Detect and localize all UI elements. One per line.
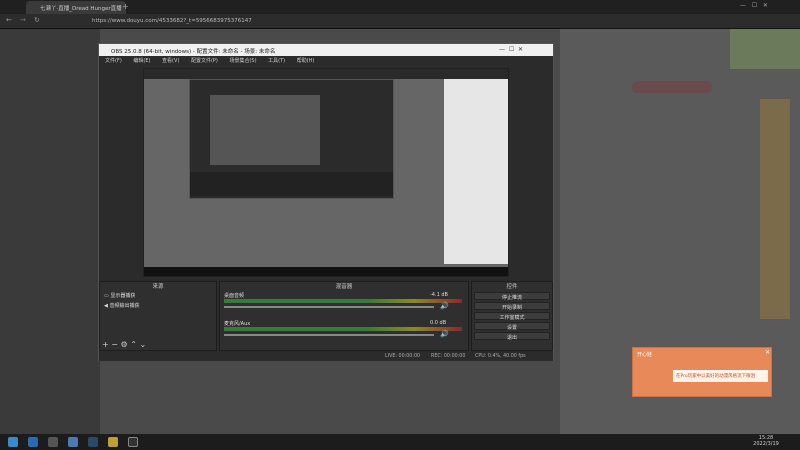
browser-tab[interactable]: 七濑丫·直播_Dread Hunger直播	[26, 1, 126, 14]
add-icon[interactable]: +	[102, 340, 109, 349]
mixer-dock: 混音器 桌面音频 -4.1 dB 🔊 麦克风/Aux 0.0 dB 🔊	[219, 281, 469, 351]
menu-help[interactable]: 帮助(H)	[297, 58, 315, 64]
app-icon[interactable]	[68, 437, 78, 447]
promo-popup: 开心娃 ✕ 在Pro玩家中以美好的动漫风格流下眼泪	[632, 347, 772, 397]
speaker-icon[interactable]: 🔊	[440, 330, 449, 338]
obs-title: OBS 25.0.8 (64-bit, windows) - 配置文件: 未命名…	[99, 44, 553, 56]
preview-browser-bar	[144, 69, 508, 79]
sources-dock-title: 来源	[152, 284, 164, 290]
browser-tabbar: 七濑丫·直播_Dread Hunger直播 + — ☐ ✕	[0, 0, 800, 14]
clock[interactable]: 15:28 2022/3/19	[746, 435, 786, 447]
menu-scene-collection[interactable]: 场景集合(S)	[229, 58, 256, 64]
mixer-track-name: 桌面音频	[224, 293, 245, 299]
obs-icon[interactable]	[128, 437, 138, 447]
nav-item[interactable]	[8, 59, 96, 69]
start-icon[interactable]	[8, 437, 18, 447]
up-icon[interactable]: ⌃	[130, 340, 137, 349]
reload-icon[interactable]: ↻	[34, 16, 40, 24]
chrome-icon[interactable]	[108, 437, 118, 447]
speaker-icon[interactable]: 🔊	[440, 302, 449, 310]
source-item[interactable]: ◀ 音频输出捕获	[100, 301, 216, 310]
stop-streaming-button[interactable]: 停止推流	[474, 292, 550, 301]
source-item[interactable]: ▭ 显示器捕获	[100, 290, 216, 301]
preview-taskbar	[144, 267, 508, 276]
left-nav	[0, 29, 100, 435]
obs-window-controls[interactable]: — ☐ ✕	[499, 46, 523, 53]
forward-icon[interactable]: →	[20, 16, 26, 24]
taskbar	[0, 434, 800, 450]
window-controls[interactable]: — ☐ ✕	[740, 2, 768, 9]
preview-obs-window	[189, 79, 394, 199]
obs-window: OBS 25.0.8 (64-bit, windows) - 配置文件: 未命名…	[98, 43, 554, 361]
menu-tools[interactable]: 工具(T)	[268, 58, 285, 64]
preview-nested-preview	[210, 95, 320, 165]
exit-button[interactable]: 退出	[474, 332, 550, 341]
menu-profile[interactable]: 配置文件(P)	[191, 58, 218, 64]
live-time: LIVE: 00:00:00	[385, 354, 421, 359]
controls-dock: 控件 停止推流 开始录制 工作室模式 设置 退出	[471, 281, 553, 351]
menu-edit[interactable]: 编辑(E)	[133, 58, 150, 64]
menu-view[interactable]: 查看(V)	[162, 58, 179, 64]
mixer-dock-title: 混音器	[335, 284, 353, 290]
clock-date: 2022/3/19	[753, 441, 779, 447]
obs-menubar: 文件(F) 编辑(E) 查看(V) 配置文件(P) 场景集合(S) 工具(T) …	[99, 56, 553, 65]
side-ad	[760, 99, 790, 319]
close-icon[interactable]: ✕	[765, 349, 770, 356]
explorer-icon[interactable]	[48, 437, 58, 447]
new-tab-button[interactable]: +	[122, 2, 129, 11]
edge-icon[interactable]	[28, 437, 38, 447]
studio-mode-button[interactable]: 工作室模式	[474, 312, 550, 321]
steam-icon[interactable]	[88, 437, 98, 447]
start-recording-button[interactable]: 开始录制	[474, 302, 550, 311]
preview-nested-docks	[190, 172, 393, 196]
back-icon[interactable]: ←	[6, 16, 12, 24]
rec-time: REC: 00:00:00	[431, 354, 466, 359]
menu-file[interactable]: 文件(F)	[105, 58, 122, 64]
banner-image	[730, 29, 800, 69]
sources-toolbar: + − ⚙ ⌃ ⌄	[102, 340, 146, 349]
down-icon[interactable]: ⌄	[139, 340, 146, 349]
preview-chat-panel	[444, 79, 508, 264]
remove-icon[interactable]: −	[111, 340, 118, 349]
controls-dock-title: 控件	[506, 284, 518, 290]
mixer-track-db: 0.0 dB	[430, 320, 447, 326]
volume-slider[interactable]	[224, 334, 434, 336]
promo-text[interactable]: 在Pro玩家中以美好的动漫风格流下眼泪	[673, 370, 768, 382]
obs-statusbar: LIVE: 00:00:00 REC: 00:00:00 CPU: 0.4%, …	[99, 352, 553, 361]
volume-meter	[224, 327, 462, 331]
gear-icon[interactable]: ⚙	[121, 340, 128, 349]
url-text[interactable]: https://www.douyu.com/4533682?_t=5956683…	[92, 16, 692, 27]
mixer-track-db: -4.1 dB	[430, 292, 448, 298]
cpu-fps: CPU: 0.4%, 40.00 fps	[475, 354, 526, 359]
volume-meter	[224, 299, 462, 303]
sources-dock: 来源 ▭ 显示器捕获 ◀ 音频输出捕获 + − ⚙ ⌃ ⌄	[99, 281, 217, 351]
obs-preview[interactable]	[143, 68, 509, 277]
follow-button[interactable]	[632, 81, 712, 93]
settings-button[interactable]: 设置	[474, 322, 550, 331]
mixer-track-name: 麦克风/Aux	[224, 321, 251, 327]
promo-title: 开心娃	[637, 352, 653, 358]
volume-slider[interactable]	[224, 306, 434, 308]
